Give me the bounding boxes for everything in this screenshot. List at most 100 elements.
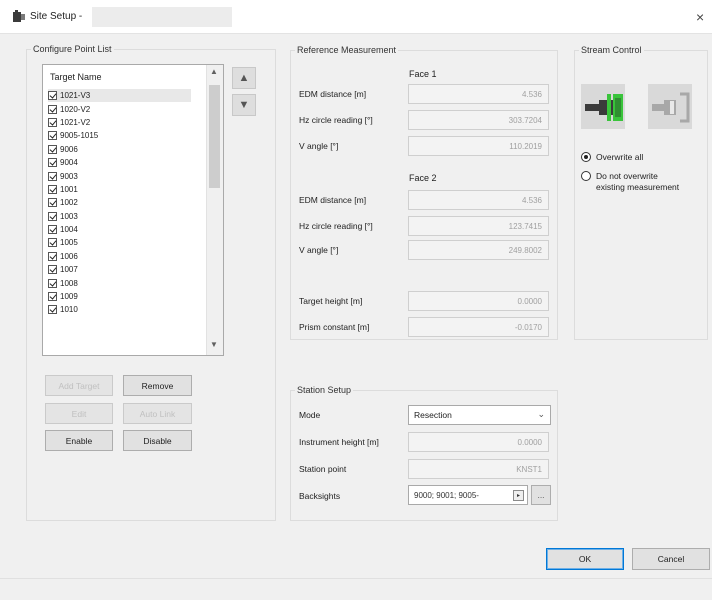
target-label: 9006 xyxy=(60,144,78,154)
target-checkbox[interactable] xyxy=(48,278,57,288)
no-overwrite-stream-icon[interactable] xyxy=(648,84,692,129)
target-label: 9005-1015 xyxy=(60,131,99,141)
target-checkbox[interactable] xyxy=(48,117,57,127)
face2-v-field[interactable]: 249.8002 xyxy=(408,240,549,260)
list-item[interactable]: 1005 xyxy=(48,236,208,249)
no-overwrite-radio[interactable] xyxy=(581,171,591,181)
target-checkbox[interactable] xyxy=(48,184,57,194)
backsights-field[interactable]: 9000; 9001; 9005- ▸ xyxy=(408,485,528,505)
target-label: 1005 xyxy=(60,238,78,248)
face2-edm-label: EDM distance [m] xyxy=(299,195,367,205)
target-label: 9004 xyxy=(60,158,78,168)
target-checkbox[interactable] xyxy=(48,131,57,141)
edit-button[interactable]: Edit xyxy=(45,403,113,424)
list-item[interactable]: 1003 xyxy=(48,210,208,223)
mode-select[interactable]: Resection ⌄ xyxy=(408,405,551,425)
target-checkbox[interactable] xyxy=(48,211,57,221)
window-title: Site Setup - xyxy=(30,11,83,22)
stream-control-title: Stream Control xyxy=(579,45,644,55)
station-setup-title: Station Setup xyxy=(295,385,354,395)
target-checkbox[interactable] xyxy=(48,265,57,275)
instrument-height-field[interactable]: 0.0000 xyxy=(408,432,549,452)
list-item[interactable]: 1008 xyxy=(48,276,208,289)
list-item[interactable]: 1021-V3 xyxy=(48,89,191,103)
face1-edm-field[interactable]: 4.536 xyxy=(408,84,549,104)
dropdown-arrow-icon[interactable]: ▸ xyxy=(513,490,524,501)
list-item[interactable]: 1009 xyxy=(48,290,208,303)
face2-v-label: V angle [°] xyxy=(299,245,339,255)
target-label: 1006 xyxy=(60,251,78,261)
target-checkbox[interactable] xyxy=(48,225,57,235)
target-height-field[interactable]: 0.0000 xyxy=(408,291,549,311)
list-item[interactable]: 1020-V2 xyxy=(48,102,208,115)
list-item[interactable]: 1006 xyxy=(48,250,208,263)
target-checkbox[interactable] xyxy=(48,171,57,181)
target-checkbox[interactable] xyxy=(48,144,57,154)
instrument-height-label: Instrument height [m] xyxy=(299,437,379,447)
target-label: 1009 xyxy=(60,292,78,302)
station-point-field[interactable]: KNST1 xyxy=(408,459,549,479)
overwrite-stream-icon[interactable] xyxy=(581,84,625,129)
target-checkbox[interactable] xyxy=(48,251,57,261)
face1-title: Face 1 xyxy=(409,69,437,79)
station-point-label: Station point xyxy=(299,464,347,474)
list-item[interactable]: 1021-V2 xyxy=(48,116,208,129)
prism-constant-field[interactable]: -0.0170 xyxy=(408,317,549,337)
scroll-up-icon[interactable]: ▲ xyxy=(210,67,218,76)
face2-edm-field[interactable]: 4.536 xyxy=(408,190,549,210)
no-overwrite-label-1: Do not overwrite xyxy=(596,171,658,181)
target-checkbox[interactable] xyxy=(48,305,57,315)
footer-divider xyxy=(0,578,712,579)
move-down-button[interactable]: ▼ xyxy=(232,94,256,116)
target-checkbox[interactable] xyxy=(48,292,57,302)
arrow-up-icon: ▲ xyxy=(238,72,250,84)
face1-v-field[interactable]: 110.2019 xyxy=(408,136,549,156)
auto-link-button[interactable]: Auto Link xyxy=(123,403,192,424)
target-label: 1021-V2 xyxy=(60,117,91,127)
mode-select-value: Resection xyxy=(414,410,452,420)
target-checkbox[interactable] xyxy=(48,238,57,248)
list-item[interactable]: 9005-1015 xyxy=(48,129,208,142)
enable-button[interactable]: Enable xyxy=(45,430,113,451)
target-label: 1002 xyxy=(60,198,78,208)
overwrite-all-radio[interactable] xyxy=(581,152,591,162)
face1-hz-field[interactable]: 303.7204 xyxy=(408,110,549,130)
target-list: 1021-V3 1020-V2 1021-V2 9005-1015 9006 9004 90… xyxy=(48,89,208,317)
list-item[interactable]: 9004 xyxy=(48,156,208,169)
list-item[interactable]: 1010 xyxy=(48,303,208,316)
list-item[interactable]: 9006 xyxy=(48,143,208,156)
list-item[interactable]: 1004 xyxy=(48,223,208,236)
face2-title: Face 2 xyxy=(409,173,437,183)
list-scrollbar-thumb[interactable] xyxy=(209,85,220,188)
face1-v-label: V angle [°] xyxy=(299,141,339,151)
close-icon[interactable]: × xyxy=(696,9,704,25)
mode-label: Mode xyxy=(299,410,321,420)
target-listbox[interactable]: Target Name 1021-V3 1020-V2 1021-V2 9005-10… xyxy=(42,64,224,356)
target-checkbox[interactable] xyxy=(48,104,57,114)
target-label: 9003 xyxy=(60,171,78,181)
target-checkbox[interactable] xyxy=(48,158,57,168)
reference-measurement-title: Reference Measurement xyxy=(295,45,399,55)
cancel-button[interactable]: Cancel xyxy=(632,548,710,570)
disable-button[interactable]: Disable xyxy=(123,430,192,451)
target-checkbox[interactable] xyxy=(48,198,57,208)
app-icon xyxy=(13,10,25,22)
face2-hz-field[interactable]: 123.7415 xyxy=(408,216,549,236)
list-header-target-name: Target Name xyxy=(50,72,102,82)
move-up-button[interactable]: ▲ xyxy=(232,67,256,89)
list-item[interactable]: 1007 xyxy=(48,263,208,276)
target-checkbox[interactable] xyxy=(48,91,57,101)
list-item[interactable]: 1001 xyxy=(48,183,208,196)
arrow-down-icon: ▼ xyxy=(238,99,250,111)
target-label: 1001 xyxy=(60,184,78,194)
backsights-more-button[interactable]: ... xyxy=(531,485,551,505)
ok-button[interactable]: OK xyxy=(546,548,624,570)
add-target-button[interactable]: Add Target xyxy=(45,375,113,396)
list-item[interactable]: 9003 xyxy=(48,169,208,182)
list-item[interactable]: 1002 xyxy=(48,196,208,209)
scroll-down-icon[interactable]: ▼ xyxy=(210,340,218,349)
remove-button[interactable]: Remove xyxy=(123,375,192,396)
target-label: 1004 xyxy=(60,225,78,235)
target-label: 1008 xyxy=(60,278,78,288)
target-label: 1010 xyxy=(60,305,78,315)
